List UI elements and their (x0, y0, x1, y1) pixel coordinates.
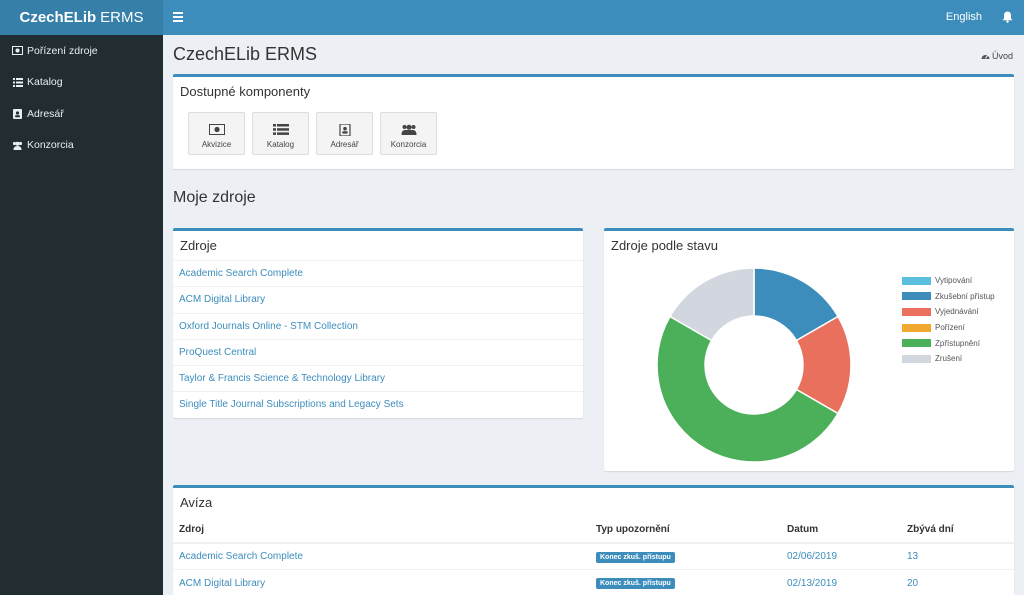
sidebar-item-katalog[interactable]: Katalog (0, 67, 163, 99)
sidebar-item-label: Adresář (27, 107, 64, 120)
legend-label: Zrušení (935, 354, 963, 364)
legend-item[interactable]: Zkušební přístup (902, 289, 995, 305)
sidebar-item-porizeni[interactable]: Pořízení zdroje (0, 35, 163, 67)
address-book-icon (337, 123, 353, 137)
components-title: Dostupné komponenty (180, 84, 311, 99)
hamburger-menu-icon[interactable] (173, 12, 183, 22)
my-resources-title: Moje zdroje (173, 189, 256, 206)
legend-label: Pořízení (935, 323, 965, 333)
table-row: Academic Search Complete Konec zkuš. pří… (173, 542, 1014, 570)
table-header-row: Zdroj Typ upozornění Datum Zbývá dní (173, 516, 1014, 544)
component-konzorcia-button[interactable]: Konzorcia (380, 112, 437, 155)
money-icon (12, 45, 23, 56)
breadcrumb-label: Úvod (991, 51, 1013, 61)
resource-link[interactable]: ACM Digital Library (173, 286, 583, 312)
resource-link[interactable]: Taylor & Francis Science & Technology Li… (173, 365, 583, 391)
column-header: Typ upozornění (596, 516, 787, 544)
language-selector[interactable]: English (946, 11, 982, 23)
legend-label: Zpřístupnění (935, 338, 980, 348)
top-navbar: English (163, 0, 1024, 35)
notice-date[interactable]: 02/13/2019 (787, 578, 837, 589)
column-header: Zbývá dní (907, 516, 1014, 544)
component-katalog-button[interactable]: Katalog (252, 112, 309, 155)
bell-icon[interactable] (1002, 11, 1014, 23)
breadcrumb[interactable]: Úvod (981, 51, 1013, 61)
legend-item[interactable]: Vytipování (902, 273, 995, 289)
users-icon (401, 124, 417, 135)
status-chart-box: Zdroje podle stavu Vytipování Zkušební př… (604, 228, 1014, 471)
sidebar-item-konzorcia[interactable]: Konzorcia (0, 130, 163, 162)
notice-date[interactable]: 02/06/2019 (787, 551, 837, 562)
legend-label: Zkušební přístup (935, 291, 995, 301)
notice-days-left[interactable]: 13 (907, 551, 918, 562)
legend-item[interactable]: Pořízení (902, 320, 995, 336)
legend-swatch (902, 276, 931, 285)
notices-box: Avíza Zdroj Typ upozornění Datum Zbývá d… (173, 485, 1014, 595)
component-label: Konzorcia (390, 140, 427, 149)
notice-resource-link[interactable]: ACM Digital Library (179, 578, 265, 589)
legend-item[interactable]: Zpřístupnění (902, 335, 995, 351)
sidebar-item-label: Pořízení zdroje (27, 44, 98, 57)
component-adresar-button[interactable]: Adresář (316, 112, 373, 155)
legend-swatch (902, 292, 931, 301)
legend-label: Vyjednávání (935, 307, 979, 317)
resources-box: Zdroje Academic Search Complete ACM Digi… (173, 228, 583, 418)
dashboard-icon (981, 52, 990, 61)
sidebar-item-label: Katalog (27, 76, 63, 89)
legend-item[interactable]: Zrušení (902, 351, 995, 367)
legend-label: Vytipování (935, 276, 973, 286)
component-label: Akvizice (201, 140, 232, 149)
legend-swatch (902, 307, 931, 316)
component-label: Adresář (330, 140, 359, 149)
donut-chart (656, 267, 852, 463)
status-badge: Konec zkuš. přístupu (596, 551, 675, 563)
legend-item[interactable]: Vyjednávání (902, 304, 995, 320)
resource-link[interactable]: Single Title Journal Subscriptions and L… (173, 391, 583, 417)
app-name-light: ERMS (100, 9, 144, 26)
notice-resource-link[interactable]: Academic Search Complete (179, 551, 303, 562)
list-icon (272, 124, 289, 135)
resource-link[interactable]: Oxford Journals Online - STM Collection (173, 312, 583, 339)
table-row: ACM Digital Library Konec zkuš. přístupu… (173, 569, 1014, 595)
column-header: Zdroj (173, 516, 596, 544)
notice-days-left[interactable]: 20 (907, 578, 918, 589)
chart-legend: Vytipování Zkušební přístup Vyjednávání Poř… (902, 273, 995, 367)
app-name-bold: CzechELib (19, 9, 97, 26)
page-title: CzechELib ERMS (173, 44, 318, 64)
resource-link[interactable]: ProQuest Central (173, 338, 583, 365)
notices-table: Zdroj Typ upozornění Datum Zbývá dní Aca… (173, 516, 1014, 595)
chart-title: Zdroje podle stavu (611, 238, 718, 253)
money-icon (208, 124, 225, 135)
status-badge: Konec zkuš. přístupu (596, 578, 675, 589)
legend-swatch (902, 323, 931, 332)
legend-swatch (902, 339, 931, 348)
main-content: CzechELib ERMS Úvod Dostupné komponenty … (163, 35, 1024, 595)
address-book-icon (12, 108, 23, 119)
list-icon (12, 77, 23, 88)
component-label: Katalog (266, 140, 295, 149)
notices-title: Avíza (180, 495, 213, 510)
sidebar: CzechELib ERMS Pořízení zdroje Katalog Ad… (0, 0, 163, 595)
resources-title: Zdroje (180, 238, 217, 253)
sidebar-item-adresar[interactable]: Adresář (0, 98, 163, 130)
app-logo[interactable]: CzechELib ERMS (0, 0, 163, 35)
column-header: Datum (787, 516, 907, 544)
component-akvizice-button[interactable]: Akvizice (188, 112, 245, 155)
users-icon (12, 140, 23, 151)
resource-link[interactable]: Academic Search Complete (173, 260, 583, 286)
legend-swatch (902, 354, 931, 363)
sidebar-item-label: Konzorcia (27, 139, 74, 152)
